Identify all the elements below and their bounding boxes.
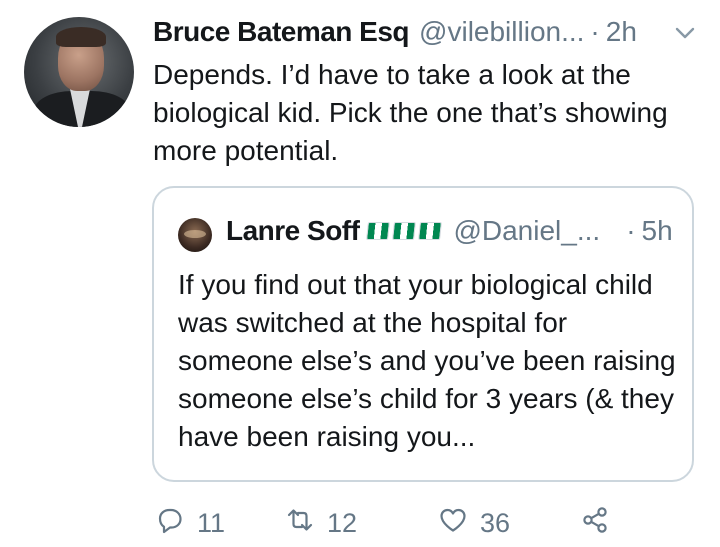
quoted-tweet-text: If you find out that your biological chi…: [178, 269, 676, 452]
retweet-count: 12: [327, 507, 358, 538]
retweet-icon: [285, 505, 315, 542]
quoted-tweet-header: Lanre Soff @Daniel_... · 5h: [226, 210, 681, 252]
quoted-author-display-name: Lanre Soff: [226, 215, 360, 246]
avatar-hair: [56, 27, 106, 47]
quoted-author-handle: @Daniel_...: [453, 215, 601, 246]
share-button[interactable]: [580, 504, 610, 542]
quoted-header-separator: ·: [626, 215, 636, 246]
nigeria-flag-icon: [392, 222, 417, 240]
tweet-header: Bruce Bateman Esq @vilebillion... · 2h: [153, 12, 698, 52]
author-handle[interactable]: @vilebillion...: [419, 16, 584, 48]
tweet-avatar[interactable]: [24, 17, 134, 127]
chevron-down-icon[interactable]: [672, 20, 698, 46]
heart-icon: [438, 505, 468, 542]
reply-count: 11: [197, 507, 226, 538]
header-separator: ·: [590, 16, 600, 47]
tweet-text: Depends. I’d have to take a look at the …: [153, 59, 668, 166]
quoted-avatar-glow: [184, 230, 206, 238]
like-button[interactable]: 36: [438, 504, 510, 542]
reply-icon: [155, 505, 185, 542]
quoted-tweet-timestamp: 5h: [641, 215, 673, 246]
nigeria-flag-icon: [418, 222, 443, 240]
retweet-button[interactable]: 12: [285, 504, 357, 542]
share-icon: [580, 505, 610, 542]
author-display-name[interactable]: Bruce Bateman Esq: [153, 16, 410, 48]
nigeria-flag-icon: [366, 222, 391, 240]
reply-button[interactable]: 11: [155, 504, 225, 542]
quoted-tweet[interactable]: Lanre Soff @Daniel_... · 5h If you find …: [152, 186, 694, 482]
flag-emojis: [366, 222, 443, 240]
like-count: 36: [480, 507, 511, 538]
tweet-actions: 11 12 36: [155, 504, 695, 542]
quoted-avatar[interactable]: [178, 218, 212, 252]
tweet-timestamp[interactable]: 2h: [606, 16, 637, 48]
